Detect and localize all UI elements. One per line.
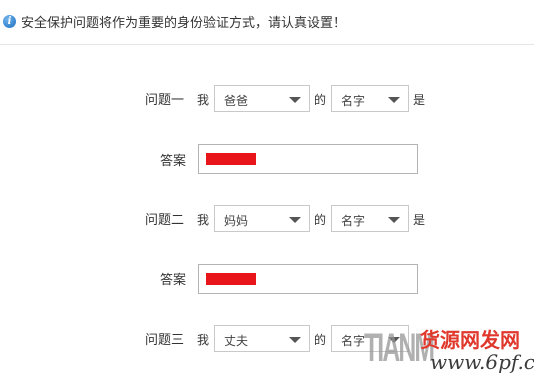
watermark-cn: 货源网发网: [420, 328, 520, 352]
question-2-field-value: 名字: [341, 214, 366, 228]
question-2-relation-select[interactable]: 妈妈: [214, 205, 310, 232]
chevron-down-icon: [289, 97, 301, 103]
question-3-middle: 的: [314, 333, 327, 347]
chevron-down-icon: [388, 217, 400, 223]
question-2-prefix: 我: [197, 213, 210, 227]
question-1-middle: 的: [314, 93, 327, 107]
chevron-down-icon: [289, 337, 301, 343]
question-2-middle: 的: [314, 213, 327, 227]
answer-1-label: 答案: [160, 154, 187, 169]
answer-2-label: 答案: [160, 273, 187, 288]
question-3-label: 问题三: [145, 333, 185, 348]
question-1-suffix: 是: [413, 93, 426, 107]
question-1-prefix: 我: [197, 93, 210, 107]
question-3-relation-select[interactable]: 丈夫: [214, 325, 310, 352]
info-icon: i: [3, 15, 16, 28]
question-2-suffix: 是: [413, 213, 426, 227]
answer-2-input[interactable]: [198, 264, 418, 294]
notice-bar: i 安全保护问题将作为重要的身份验证方式，请认真设置！: [0, 0, 534, 45]
question-1-field-value: 名字: [341, 94, 366, 108]
redaction-mark: [206, 273, 256, 285]
question-3-relation-value: 丈夫: [224, 334, 249, 348]
question-1-field-select[interactable]: 名字: [331, 85, 409, 112]
question-2-label: 问题二: [145, 213, 185, 228]
question-1-label: 问题一: [145, 93, 185, 108]
watermark: TIANM 货源网发网 www.6pf.cn: [362, 320, 534, 380]
question-1-relation-value: 爸爸: [224, 94, 249, 108]
question-2-field-select[interactable]: 名字: [331, 205, 409, 232]
question-2-relation-value: 妈妈: [224, 214, 249, 228]
answer-1-input[interactable]: [198, 144, 418, 174]
question-3-prefix: 我: [197, 333, 210, 347]
chevron-down-icon: [388, 97, 400, 103]
chevron-down-icon: [289, 217, 301, 223]
redaction-mark: [206, 153, 256, 165]
watermark-url: www.6pf.cn: [430, 350, 534, 374]
question-1-relation-select[interactable]: 爸爸: [214, 85, 310, 112]
notice-text: 安全保护问题将作为重要的身份验证方式，请认真设置！: [21, 16, 347, 31]
